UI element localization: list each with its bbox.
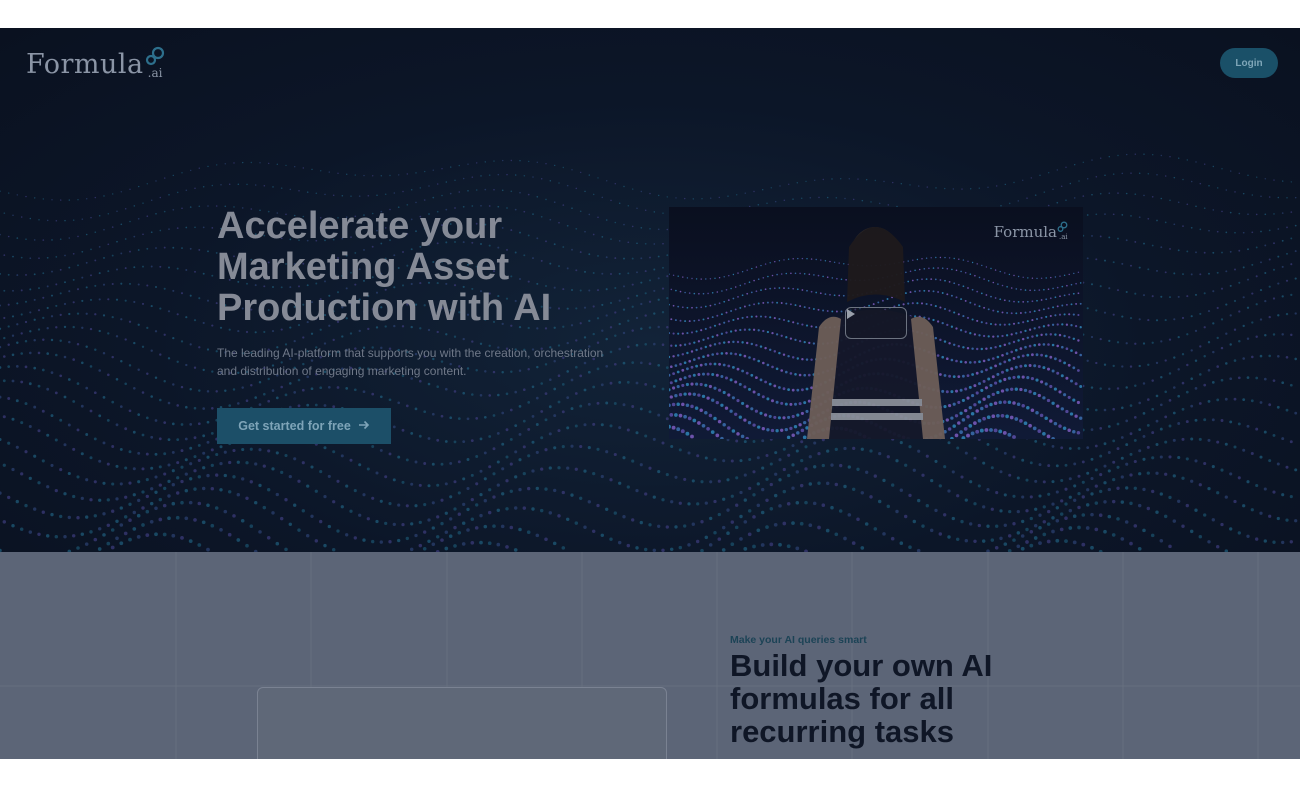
- logo-wordmark: Formula: [26, 49, 144, 80]
- video-brand-logo: Formula .ai: [994, 221, 1069, 241]
- logo-suffix: .ai: [147, 66, 163, 80]
- video-logo-mark-icon: .ai: [1057, 221, 1069, 241]
- arrow-right-icon: [358, 419, 370, 433]
- hero-section: Formula .ai Login Accelerate your Market…: [0, 28, 1300, 552]
- hero-headline: Accelerate your Marketing Asset Producti…: [217, 205, 552, 329]
- page-viewport: Formula .ai Login Accelerate your Market…: [0, 28, 1300, 759]
- section-title: Build your own AI formulas for all recur…: [730, 648, 993, 749]
- hero-subtext: The leading AI-platform that supports yo…: [217, 346, 604, 378]
- video-logo-suffix: .ai: [1059, 233, 1068, 241]
- section-eyebrow: Make your AI queries smart: [730, 634, 867, 646]
- logo-mark-icon: .ai: [144, 46, 168, 80]
- particle-wave-background: [0, 153, 1298, 552]
- get-started-button[interactable]: Get started for free: [217, 408, 391, 444]
- get-started-label: Get started for free: [238, 419, 351, 433]
- hero-video[interactable]: Formula .ai: [669, 207, 1083, 439]
- formula-preview-card: [257, 687, 667, 759]
- features-section: Make your AI queries smart Build your ow…: [0, 552, 1300, 759]
- video-logo-wordmark: Formula: [993, 223, 1057, 241]
- login-button[interactable]: Login: [1220, 48, 1278, 78]
- play-button[interactable]: [845, 307, 907, 339]
- brand-logo[interactable]: Formula .ai: [26, 46, 168, 80]
